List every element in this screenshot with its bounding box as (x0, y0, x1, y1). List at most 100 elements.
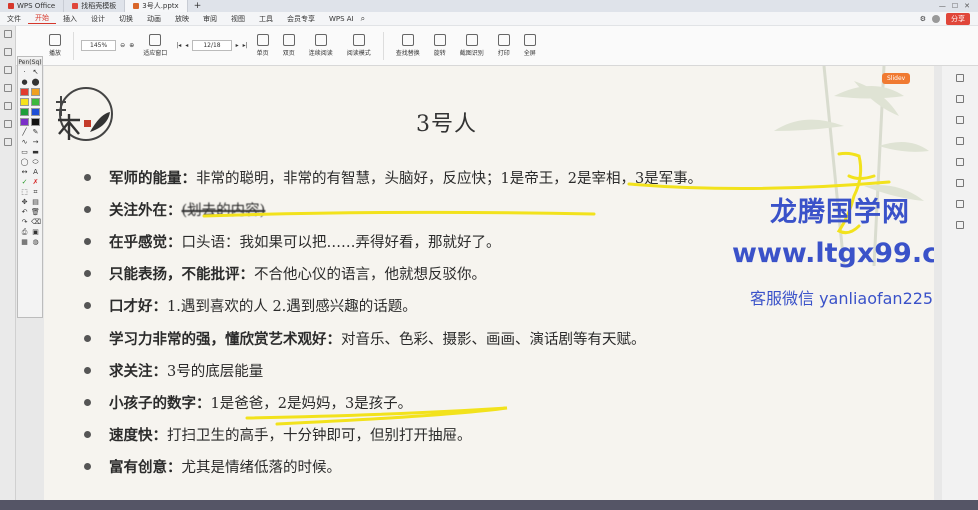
text-tool-icon[interactable]: A (31, 168, 40, 176)
eraser-icon[interactable] (3, 84, 12, 92)
highlighter-icon[interactable] (3, 66, 12, 74)
panel-help-icon[interactable] (956, 200, 964, 208)
maximize-icon[interactable]: ☐ (952, 2, 958, 10)
zoom-out-icon[interactable]: ⊖ (120, 42, 125, 49)
presentation-badge[interactable]: Slidev (882, 73, 911, 84)
prev-page-icon[interactable]: ◂ (185, 42, 188, 49)
user-avatar[interactable] (932, 14, 940, 23)
screenshot-ocr-button[interactable]: 截图识别 (455, 34, 489, 57)
share-button[interactable]: 分享 (946, 12, 970, 25)
minimize-icon[interactable]: — (939, 2, 946, 10)
arrow-line-icon[interactable]: → (31, 138, 40, 146)
color-swatch-orange[interactable] (31, 88, 40, 96)
brand-logo (56, 87, 113, 141)
single-page-button[interactable]: 单页 (252, 34, 274, 57)
dot-small-icon[interactable]: ● (20, 78, 29, 86)
undo-tool-icon[interactable]: ↶ (20, 208, 29, 216)
tab-wps-office[interactable]: WPS Office (0, 0, 65, 12)
panel-comment-icon[interactable] (956, 137, 964, 145)
wps-ai-button[interactable]: WPS AI (322, 15, 361, 23)
menu-member[interactable]: 会员专享 (280, 14, 322, 24)
new-tab-button[interactable]: + (188, 1, 208, 11)
menu-tools[interactable]: 工具 (252, 14, 280, 24)
print-tool-icon[interactable]: ⎙ (20, 228, 29, 236)
crop-icon[interactable]: ⌗ (31, 188, 40, 196)
menu-review[interactable]: 审阅 (196, 14, 224, 24)
last-page-icon[interactable]: ▸| (243, 42, 248, 49)
menu-home[interactable]: 开始 (28, 13, 56, 24)
shape-icon[interactable] (3, 102, 12, 110)
pen-icon[interactable] (3, 48, 12, 56)
color-swatch-lime[interactable] (31, 98, 40, 106)
arrow-icon[interactable]: ↖ (31, 68, 40, 76)
redo-tool-icon[interactable]: ↷ (20, 218, 29, 226)
pencil-icon[interactable]: ✎ (31, 128, 40, 136)
menu-insert[interactable]: 插入 (56, 14, 84, 24)
menu-design[interactable]: 设计 (84, 14, 112, 24)
color-swatch-purple[interactable] (20, 118, 29, 126)
panel-share-icon[interactable] (956, 179, 964, 187)
color-swatch-black[interactable] (31, 118, 40, 126)
rotate-button[interactable]: 旋转 (429, 34, 451, 57)
double-page-button[interactable]: 双页 (278, 34, 300, 57)
clear-icon[interactable]: ⌫ (31, 218, 41, 226)
cursor-icon[interactable] (3, 30, 12, 38)
next-page-icon[interactable]: ▸ (236, 42, 239, 49)
cross-icon[interactable]: ✗ (31, 178, 40, 186)
panel-layers-icon[interactable] (956, 158, 964, 166)
undo-icon[interactable] (3, 138, 12, 146)
menu-view[interactable]: 视图 (224, 14, 252, 24)
rectangle-icon[interactable]: ▭ (20, 148, 29, 156)
move-icon[interactable]: ✥ (20, 198, 29, 206)
search-icon[interactable]: ⌕ (361, 14, 365, 24)
color-swatch-green[interactable] (20, 108, 29, 116)
settings-icon[interactable]: ⚙ (920, 15, 926, 23)
redacted-text: (划去的内容) (181, 202, 266, 219)
menu-slideshow[interactable]: 放映 (168, 14, 196, 24)
ellipse-icon[interactable]: ◯ (20, 158, 29, 166)
double-arrow-icon[interactable]: ↔ (20, 168, 29, 176)
line-icon[interactable]: ╱ (20, 128, 29, 136)
grid-icon[interactable]: ▦ (20, 238, 29, 246)
status-bar (0, 500, 978, 510)
tab-document[interactable]: 3号人.pptx (125, 0, 188, 12)
color-swatch-blue[interactable] (31, 108, 40, 116)
menu-transition[interactable]: 切换 (112, 14, 140, 24)
find-replace-button[interactable]: 查找替换 (391, 34, 425, 57)
play-button[interactable]: 播放 (44, 34, 66, 57)
bullet-icon (84, 205, 91, 213)
template-icon (72, 3, 79, 9)
panel-property-icon[interactable] (956, 74, 964, 82)
first-page-icon[interactable]: |◂ (176, 42, 181, 49)
menu-file[interactable]: 文件 (0, 14, 28, 24)
filled-rect-icon[interactable]: ▬ (31, 148, 40, 156)
tab-template[interactable]: 找稻壳模板 (64, 0, 126, 12)
dot-large-icon[interactable]: ⬤ (31, 78, 40, 86)
filled-ellipse-icon[interactable]: ⬭ (31, 158, 40, 166)
layer-icon[interactable]: ▤ (31, 198, 40, 206)
watermark-title: 龙腾国学网 (770, 197, 910, 228)
check-icon[interactable]: ✓ (20, 178, 29, 186)
panel-style-icon[interactable] (956, 95, 964, 103)
color-swatch-red[interactable] (20, 88, 29, 96)
print-button[interactable]: 打印 (493, 34, 515, 57)
color-swatch-yellow[interactable] (20, 98, 29, 106)
menu-animation[interactable]: 动画 (140, 14, 168, 24)
panel-animation-icon[interactable] (956, 116, 964, 124)
page-number-input[interactable]: 12/18 (192, 40, 232, 51)
curve-icon[interactable]: ∿ (20, 138, 29, 146)
panel-settings-icon[interactable] (956, 221, 964, 229)
zoom-select[interactable]: 145% (81, 40, 117, 51)
zoom-in-icon[interactable]: ⊕ (129, 42, 134, 49)
trash-icon[interactable]: 🗑 (31, 208, 40, 216)
pointer-icon[interactable]: · (20, 68, 29, 76)
close-icon[interactable]: ✕ (964, 2, 970, 10)
reading-mode-button[interactable]: 阅读模式 (342, 34, 376, 57)
save-icon[interactable]: ▣ (31, 228, 40, 236)
continuous-read-button[interactable]: 连续阅读 (304, 34, 338, 57)
globe-icon[interactable]: ◍ (31, 238, 40, 246)
fit-window-button[interactable]: 适应窗口 (138, 34, 172, 57)
text-icon[interactable] (3, 120, 12, 128)
select-rect-icon[interactable]: ⬚ (20, 188, 29, 196)
fullscreen-button[interactable]: 全屏 (519, 34, 541, 57)
